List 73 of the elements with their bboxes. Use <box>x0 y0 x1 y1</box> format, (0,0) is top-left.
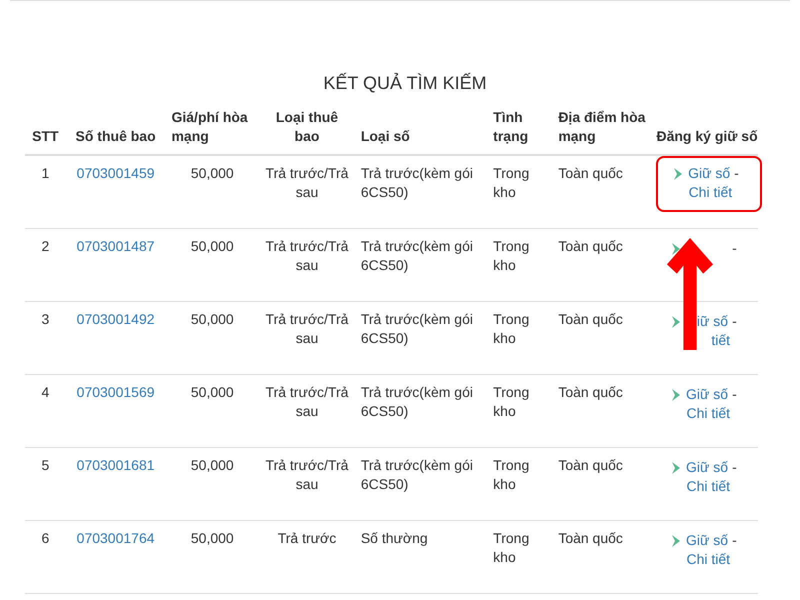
location-text: Toàn quốc <box>558 384 623 400</box>
hold-number-link[interactable]: Giữ số <box>686 386 728 402</box>
number-type-text: Trả trước(kèm gói 6CS50) <box>360 165 473 200</box>
status-text: Trong kho <box>493 311 530 346</box>
row-number: 3 <box>41 311 50 327</box>
separator-text: - <box>732 239 737 258</box>
column-header: Tình trạng <box>493 109 528 144</box>
row-number: 4 <box>41 384 50 400</box>
number-type-text: Trả trước(kèm gói 6CS50) <box>360 457 473 492</box>
separator-text: - <box>732 385 737 404</box>
fee-text: 50,000 <box>190 530 234 546</box>
separator-text: - <box>732 312 737 331</box>
location-text: Toàn quốc <box>558 457 623 473</box>
status-text: Trong kho <box>493 238 530 273</box>
hold-number-link[interactable]: iữ số <box>696 313 728 329</box>
hold-number-link[interactable]: Giữ số <box>686 532 728 548</box>
location-text: Toàn quốc <box>558 311 623 327</box>
column-header: Địa điểm hòa mạng <box>558 109 646 144</box>
status-text: Trong kho <box>493 530 530 565</box>
fee-text: 50,000 <box>190 311 234 327</box>
subscriber-type-text: Trả trước/Trả sau <box>266 384 348 419</box>
number-type-text: Trả trước(kèm gói 6CS50) <box>360 238 473 273</box>
number-type-text: Trả trước(kèm gói 6CS50) <box>360 311 473 346</box>
status-text: Trong kho <box>493 457 530 492</box>
status-text: Trong kho <box>493 165 530 200</box>
results-title: KẾT QUẢ TÌM KIẾM <box>322 73 488 94</box>
column-header: Số thuê bao <box>76 128 156 144</box>
detail-link[interactable]: tiết <box>711 332 730 348</box>
row-number: 2 <box>41 238 50 254</box>
subscriber-type-text: Trả trước/Trả sau <box>266 311 348 346</box>
row-number: 6 <box>41 530 50 546</box>
column-header: Giá/phí hòa mạng <box>171 109 248 144</box>
subscriber-type-text: Trả trước/Trả sau <box>266 457 348 492</box>
chevron-icon <box>672 462 680 474</box>
chevron-icon <box>674 168 682 180</box>
subscriber-type-text: Trả trước <box>278 530 336 546</box>
column-header: STT <box>32 128 59 144</box>
subscriber-type-text: Trả trước/Trả sau <box>266 165 348 200</box>
separator-text: - <box>732 458 737 477</box>
hold-number-link[interactable]: Giữ số <box>686 459 728 475</box>
detail-link[interactable]: Chi tiết <box>688 184 732 200</box>
separator-text: - <box>732 531 737 550</box>
chevron-icon <box>672 534 680 546</box>
status-text: Trong kho <box>493 384 530 419</box>
row-number: 5 <box>41 457 50 473</box>
phone-number-link[interactable]: 0703001487 <box>76 238 155 254</box>
phone-number-link[interactable]: 0703001569 <box>76 384 155 400</box>
fee-text: 50,000 <box>190 457 234 473</box>
column-header: Loại số <box>360 128 410 144</box>
number-type-text: Trả trước(kèm gói 6CS50) <box>360 384 473 419</box>
separator-text: - <box>734 164 739 183</box>
fee-text: 50,000 <box>190 238 234 254</box>
column-header: Đăng ký giữ số <box>656 128 758 144</box>
row-number: 1 <box>41 165 50 181</box>
location-text: Toàn quốc <box>558 165 623 181</box>
detail-link[interactable]: Chi tiết <box>686 551 730 567</box>
chevron-icon <box>672 242 680 254</box>
fee-text: 50,000 <box>190 384 234 400</box>
fee-text: 50,000 <box>190 165 234 181</box>
detail-link[interactable]: Chi tiết <box>686 405 730 421</box>
subscriber-type-text: Trả trước/Trả sau <box>266 238 348 273</box>
detail-link[interactable]: Chi tiết <box>686 478 730 494</box>
phone-number-link[interactable]: 0703001764 <box>76 530 155 546</box>
hold-number-link[interactable]: Giữ số <box>688 165 730 181</box>
location-text: Toàn quốc <box>558 530 623 546</box>
chevron-icon <box>672 316 680 328</box>
number-type-text: Số thường <box>360 530 428 546</box>
phone-number-link[interactable]: 0703001681 <box>76 457 155 473</box>
phone-number-link[interactable]: 0703001492 <box>76 311 155 327</box>
chevron-icon <box>672 388 680 400</box>
phone-number-link[interactable]: 0703001459 <box>76 165 155 181</box>
column-header: Loại thuê bao <box>276 109 338 144</box>
location-text: Toàn quốc <box>558 238 623 254</box>
